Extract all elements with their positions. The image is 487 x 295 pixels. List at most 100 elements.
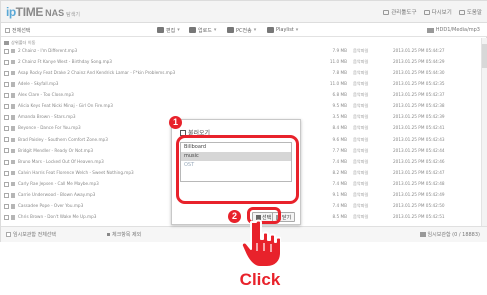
nas-explorer-window: ip TIME NAS 탐색기 관리툴도구 다시보기 도움말 전체선택 편집 ▾…: [0, 0, 487, 242]
file-size: 6.8 MB: [332, 92, 347, 98]
select-all-label: 전체선택: [12, 27, 31, 34]
footer-remove-checked-label: 체크항목 제외: [112, 232, 142, 238]
music-file-icon: [11, 115, 15, 120]
file-row[interactable]: Adele - Skyfall.mp3 11.0 MB 음악파일 2013.01.25…: [1, 80, 481, 88]
file-type: 음악파일: [353, 147, 369, 153]
file-size: 11.0 MB: [329, 58, 347, 64]
music-file-icon: [11, 48, 15, 54]
file-name: Alex Clare - Too Close.mp3: [18, 92, 74, 98]
checkbox-icon[interactable]: [6, 232, 11, 237]
toolbar: 전체선택 편집 ▾ 업로드 ▾ PC전송 ▾ Playlist ▾ HDD1/M…: [1, 23, 487, 37]
file-type: 음악파일: [353, 158, 369, 164]
toolbar-upload-button[interactable]: 업로드 ▾: [189, 26, 216, 34]
footer-status: 임시보관함 (0 / 18883): [419, 231, 480, 238]
file-size: 9.1 MB: [332, 192, 347, 198]
file-date: 2013.01.25 PM 05:42:35: [393, 81, 445, 87]
logo-nas-text: NAS: [45, 8, 65, 18]
row-checkbox[interactable]: [4, 192, 9, 198]
row-checkbox[interactable]: [4, 137, 9, 143]
music-file-icon: [11, 93, 15, 98]
file-date: 2013.01.25 PM 05:44:29: [393, 58, 445, 64]
row-checkbox[interactable]: [4, 181, 9, 187]
scrollbar-thumb[interactable]: [482, 44, 487, 68]
row-checkbox[interactable]: [4, 70, 9, 76]
file-type: 음악파일: [353, 136, 369, 142]
file-date: 2013.01.25 PM 05:42:50: [393, 203, 445, 209]
logo-ip-text: ip: [6, 5, 16, 19]
row-checkbox[interactable]: [4, 115, 9, 121]
file-type: 음악파일: [353, 58, 369, 64]
row-checkbox[interactable]: [4, 92, 9, 98]
file-size: 7.4 MB: [332, 203, 347, 209]
current-path-text: HDD1/Media/mp3: [435, 27, 480, 33]
row-checkbox[interactable]: [4, 170, 9, 176]
music-file-icon: [11, 193, 15, 198]
music-file-icon: [11, 159, 15, 165]
select-all-toggle[interactable]: 전체선택: [5, 26, 30, 34]
music-file-icon: [11, 181, 15, 187]
file-date: 2013.01.25 PM 05:42:51: [393, 214, 445, 220]
file-date: 2013.01.25 PM 05:42:46: [393, 158, 445, 164]
select-all-checkbox[interactable]: [5, 27, 10, 33]
file-type: 음악파일: [353, 169, 369, 175]
header-link-refresh-label: 다시보기: [431, 10, 452, 16]
help-icon: [458, 9, 465, 15]
toolbar-edit-button[interactable]: 편집 ▾: [157, 26, 180, 34]
footer-status-text: 임시보관함 (0 / 18883): [427, 232, 480, 238]
file-row[interactable]: 2 Chainz - I'm Different.mp3 7.9 MB 음악파일 20…: [1, 47, 481, 55]
file-size: 8.5 MB: [332, 214, 347, 220]
music-file-icon: [11, 82, 15, 87]
file-date: 2013.01.25 PM 05:44:27: [393, 47, 445, 53]
toolbar-playlist-button[interactable]: Playlist ▾: [267, 26, 298, 34]
parent-folder-row[interactable]: 상위폴더 이동: [1, 39, 481, 47]
file-size: 11.0 MB: [329, 81, 347, 87]
row-checkbox[interactable]: [4, 48, 9, 54]
chevron-down-icon: ▾: [213, 27, 217, 33]
row-checkbox[interactable]: [4, 159, 9, 165]
storage-icon: [419, 232, 426, 237]
row-checkbox[interactable]: [4, 215, 9, 220]
file-row[interactable]: Alex Clare - Too Close.mp3 6.8 MB 음악파일 2013…: [1, 91, 481, 99]
footer-select-all-button[interactable]: 임시보관함 전체선택: [6, 231, 56, 238]
file-type: 음악파일: [353, 214, 369, 220]
file-size: 9.6 MB: [332, 136, 347, 142]
footer-remove-checked-button[interactable]: 체크항목 제외: [107, 231, 141, 238]
iptime-logo: ip TIME NAS 탐색기: [6, 5, 80, 19]
chevron-down-icon: ▾: [177, 27, 180, 33]
file-size: 8.4 MB: [332, 125, 347, 131]
file-row[interactable]: Asap Rocky Feat Drake 2 Chainz And Kendr…: [1, 69, 481, 77]
file-type: 음악파일: [353, 69, 369, 75]
file-name: Asap Rocky Feat Drake 2 Chainz And Kendr…: [18, 69, 176, 75]
file-type: 음악파일: [353, 47, 369, 53]
logo-time-text: TIME: [15, 5, 44, 19]
footer-select-all-label: 임시보관함 전체선택: [13, 232, 56, 238]
click-label: Click: [239, 270, 281, 289]
pc-transfer-icon: [227, 27, 234, 33]
edit-icon: [157, 27, 164, 33]
toolbar-pc-transfer-button[interactable]: PC전송 ▾: [227, 26, 256, 34]
parent-folder-label: 상위폴더 이동: [11, 39, 36, 45]
header-link-help[interactable]: 도움말: [458, 8, 482, 16]
file-type: 음악파일: [353, 103, 369, 109]
header-link-tools[interactable]: 관리툴도구: [383, 8, 417, 16]
music-file-icon: [11, 104, 15, 109]
file-row[interactable]: Alicia Keys Feat Nicki Minaj - Girl On F…: [1, 103, 481, 111]
header-link-refresh[interactable]: 다시보기: [423, 8, 452, 16]
row-checkbox[interactable]: [4, 203, 9, 209]
file-type: 음악파일: [353, 114, 369, 120]
file-type: 음악파일: [353, 81, 369, 87]
file-row[interactable]: 2 Chainz Ft Kanye West - Birthday Song.m…: [1, 58, 481, 66]
row-checkbox[interactable]: [4, 148, 9, 154]
pointing-hand-icon: [240, 219, 281, 268]
music-file-icon: [11, 148, 15, 154]
scrollbar[interactable]: [481, 38, 487, 226]
toolbar-pc-transfer-label: PC전송: [236, 27, 252, 34]
file-type: 음악파일: [353, 180, 369, 186]
row-checkbox[interactable]: [4, 126, 9, 132]
app-header: ip TIME NAS 탐색기 관리툴도구 다시보기 도움말: [1, 1, 487, 23]
music-file-icon: [11, 137, 15, 143]
row-checkbox[interactable]: [4, 81, 9, 87]
row-checkbox[interactable]: [4, 104, 9, 109]
music-file-icon: [11, 170, 15, 176]
row-checkbox[interactable]: [4, 59, 9, 65]
